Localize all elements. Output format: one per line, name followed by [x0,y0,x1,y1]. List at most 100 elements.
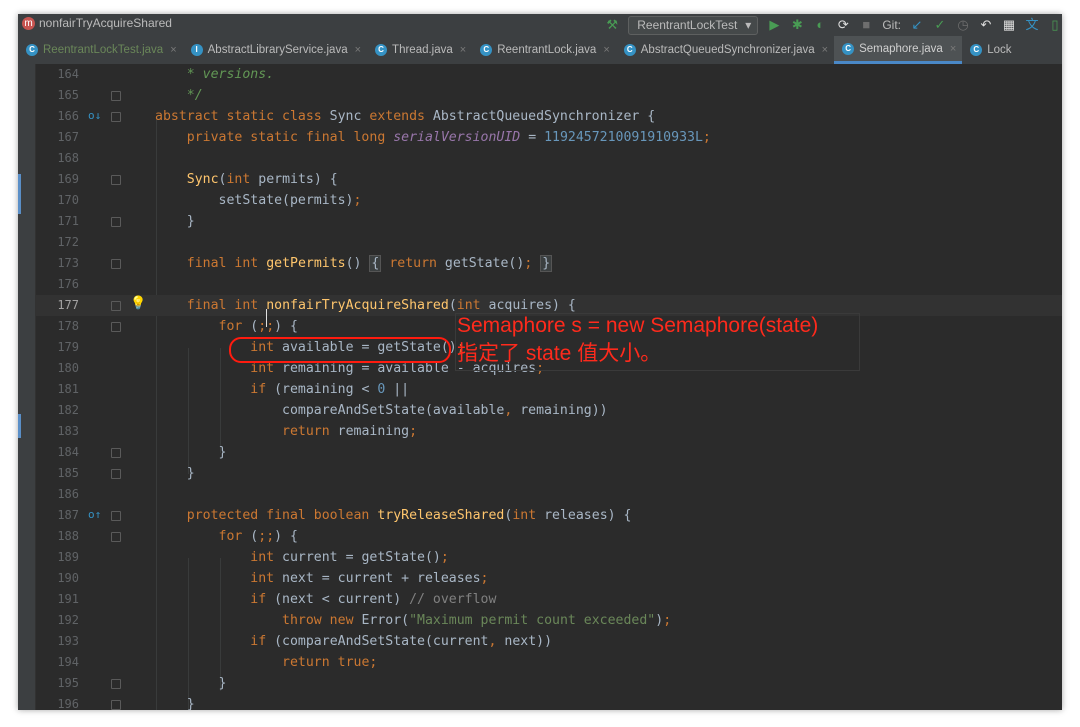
code-line[interactable]: 182 compareAndSetState(available, remain… [36,400,1062,421]
code-text[interactable]: for (;;) { [155,316,298,337]
run-icon[interactable]: ▶ [767,18,781,32]
fold-marker-icon[interactable] [111,448,121,458]
tab-1[interactable]: I AbstractLibraryService.java × [183,36,367,64]
line-number[interactable]: 181 [36,379,79,400]
fold-marker-icon[interactable] [111,511,121,521]
line-number[interactable]: 183 [36,421,79,442]
code-line[interactable]: 183 return remaining; [36,421,1062,442]
line-number[interactable]: 184 [36,442,79,463]
code-text[interactable]: protected final boolean tryReleaseShared… [155,505,632,526]
line-number[interactable]: 187 [36,505,79,526]
fold-marker-icon[interactable] [111,259,121,269]
hammer-icon[interactable]: ⚒ [605,18,619,32]
intention-bulb-icon[interactable]: 💡 [130,296,146,311]
code-text[interactable]: for (;;) { [155,526,298,547]
tab-6[interactable]: C Lock [962,36,1017,64]
fold-marker-icon[interactable] [111,679,121,689]
line-number[interactable]: 169 [36,169,79,190]
code-text[interactable]: throw new Error("Maximum permit count ex… [155,610,671,631]
stop-icon[interactable]: ■ [859,18,873,32]
code-text[interactable]: compareAndSetState(available, remaining)… [155,400,608,421]
code-line[interactable]: 168 [36,148,1062,169]
code-text[interactable]: return remaining; [155,421,417,442]
code-text[interactable]: setState(permits); [155,190,362,211]
project-structure-icon[interactable]: ▦ [1002,18,1016,32]
fold-marker-icon[interactable] [111,322,121,332]
line-number[interactable]: 171 [36,211,79,232]
override-marker-icon[interactable]: o↑ [88,508,101,522]
code-line[interactable]: 194 return true; [36,652,1062,673]
code-text[interactable]: final int getPermits() { return getState… [155,253,553,274]
code-line[interactable]: 172 [36,232,1062,253]
line-number[interactable]: 165 [36,85,79,106]
line-number[interactable]: 190 [36,568,79,589]
line-number[interactable]: 186 [36,484,79,505]
close-icon[interactable]: × [170,44,176,56]
code-line[interactable]: 166 o↓ abstract static class Sync extends … [36,106,1062,127]
history-icon[interactable]: ◷ [956,18,970,32]
close-icon[interactable]: × [603,44,609,56]
code-editor[interactable]: 164 * versions. 165 */166 o↓ abstract stati… [36,64,1062,710]
tool-window-marker[interactable] [18,414,21,438]
tab-5[interactable]: C Semaphore.java × [834,36,963,64]
coverage-icon[interactable]: ◐ [813,18,827,32]
code-text[interactable]: if (next < current) // overflow [155,589,496,610]
debug-icon[interactable]: ✱ [790,18,804,32]
line-number[interactable]: 173 [36,253,79,274]
line-number[interactable]: 170 [36,190,79,211]
line-number[interactable]: 185 [36,463,79,484]
commit-icon[interactable]: ✓ [933,18,947,32]
code-line[interactable]: 167 private static final long serialVers… [36,127,1062,148]
code-text[interactable]: */ [155,85,203,106]
tab-3[interactable]: C ReentrantLock.java × [472,36,616,64]
translate-icon[interactable]: 文 [1025,18,1039,32]
overflow-icon[interactable]: ▯ [1048,18,1062,32]
line-number[interactable]: 176 [36,274,79,295]
code-text[interactable]: if (remaining < 0 || [155,379,409,400]
code-line[interactable]: 186 [36,484,1062,505]
code-line[interactable]: 196 } [36,694,1062,710]
code-line[interactable]: 195 } [36,673,1062,694]
code-text[interactable]: } [155,463,195,484]
code-line[interactable]: 165 */ [36,85,1062,106]
code-line[interactable]: 170 setState(permits); [36,190,1062,211]
code-line[interactable]: 191 if (next < current) // overflow [36,589,1062,610]
code-line[interactable]: 187 o↑ protected final boolean tryRelease… [36,505,1062,526]
fold-marker-icon[interactable] [111,469,121,479]
code-line[interactable]: 189 int current = getState(); [36,547,1062,568]
code-text[interactable]: } [155,694,195,710]
line-number[interactable]: 177 [36,295,79,316]
code-text[interactable]: if (compareAndSetState(current, next)) [155,631,552,652]
update-icon[interactable]: ↙ [910,18,924,32]
fold-marker-icon[interactable] [111,700,121,710]
rollback-icon[interactable]: ↶ [979,18,993,32]
fold-marker-icon[interactable] [111,217,121,227]
fold-marker-icon[interactable] [111,301,121,311]
code-line[interactable]: 164 * versions. [36,64,1062,85]
line-number[interactable]: 195 [36,673,79,694]
breadcrumb[interactable]: m nonfairTryAcquireShared [22,16,172,30]
code-line[interactable]: 173 final int getPermits() { return getS… [36,253,1062,274]
line-number[interactable]: 182 [36,400,79,421]
fold-marker-icon[interactable] [111,91,121,101]
code-line[interactable]: 188 for (;;) { [36,526,1062,547]
code-line[interactable]: 169 Sync(int permits) { [36,169,1062,190]
code-text[interactable]: } [155,673,227,694]
line-number[interactable]: 172 [36,232,79,253]
override-marker-icon[interactable]: o↓ [88,109,101,123]
line-number[interactable]: 194 [36,652,79,673]
run-config-select[interactable]: ReentrantLockTest ▾ [628,15,759,35]
line-number[interactable]: 166 [36,106,79,127]
line-number[interactable]: 168 [36,148,79,169]
code-line[interactable]: 176 [36,274,1062,295]
fold-marker-icon[interactable] [111,112,121,122]
code-line[interactable]: 181 if (remaining < 0 || [36,379,1062,400]
fold-marker-icon[interactable] [111,532,121,542]
code-text[interactable]: return true; [155,652,377,673]
line-number[interactable]: 188 [36,526,79,547]
tab-4[interactable]: C AbstractQueuedSynchronizer.java × [616,36,834,64]
line-number[interactable]: 180 [36,358,79,379]
code-text[interactable]: } [155,211,195,232]
line-number[interactable]: 167 [36,127,79,148]
close-icon[interactable]: × [822,44,828,56]
